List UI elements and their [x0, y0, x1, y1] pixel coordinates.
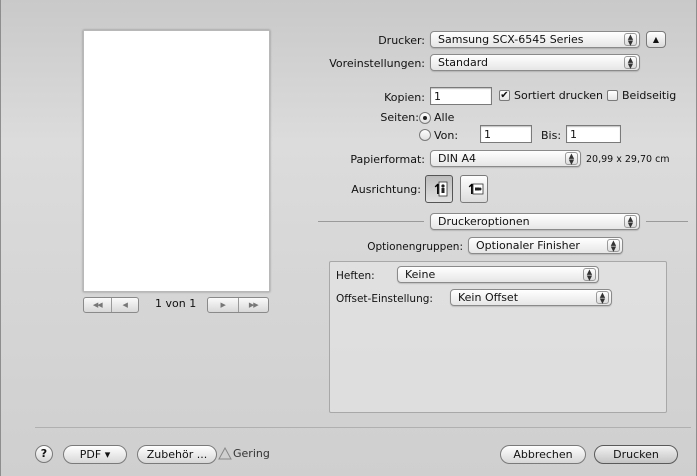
last-page-icon[interactable]: ▶▶ [239, 298, 269, 312]
updown-arrow-icon: ▲ ▼ [607, 239, 620, 253]
staple-value: Keine [405, 268, 436, 281]
pages-to-input[interactable]: 1 [566, 125, 621, 143]
paper-size-popup[interactable]: DIN A4 ▲ ▼ [430, 150, 581, 167]
updown-arrow-icon: ▲ ▼ [583, 268, 596, 282]
pages-all-radio[interactable] [419, 112, 431, 124]
next-page-icon[interactable]: ▶ [208, 298, 239, 312]
divider-right [646, 221, 688, 222]
landscape-orientation-button[interactable]: ↑ [460, 175, 488, 203]
print-button[interactable]: Drucken [594, 445, 678, 464]
presets-label: Voreinstellungen: [329, 57, 425, 70]
supply-level-label: Gering [233, 447, 270, 460]
updown-arrow-icon: ▲ ▼ [596, 291, 609, 305]
page-preview [83, 30, 270, 292]
section-popup[interactable]: Druckeroptionen ▲ ▼ [430, 213, 640, 230]
printer-label: Drucker: [378, 34, 425, 47]
option-groups-popup[interactable]: Optionaler Finisher ▲ ▼ [468, 237, 623, 254]
collate-label: Sortiert drucken [514, 89, 603, 102]
staple-label: Heften: [336, 270, 375, 282]
triangle-up-icon: ▲ [652, 35, 660, 44]
footer-divider [35, 427, 691, 428]
first-page-icon[interactable]: ◀◀ [84, 298, 112, 312]
offset-value: Kein Offset [458, 291, 519, 304]
updown-arrow-icon: ▲ ▼ [624, 215, 637, 229]
copies-label: Kopien: [384, 91, 425, 104]
printer-value: Samsung SCX-6545 Series [438, 33, 584, 46]
pages-range-radio[interactable] [419, 129, 431, 141]
option-groups-label: Optionengruppen: [367, 241, 463, 253]
page-counter: 1 von 1 [155, 297, 197, 310]
print-dialog: ◀◀ ◀ 1 von 1 ▶ ▶▶ Drucker: Samsung SCX-6… [0, 0, 697, 476]
updown-arrow-icon: ▲ ▼ [624, 33, 637, 47]
warning-triangle-icon [218, 446, 232, 460]
pages-to-value: 1 [570, 128, 577, 141]
prev-page-icon[interactable]: ◀ [112, 298, 139, 312]
copies-value: 1 [434, 90, 441, 103]
section-popup-value: Druckeroptionen [438, 215, 530, 228]
pages-from-label: Von: [434, 129, 459, 142]
printer-popup[interactable]: Samsung SCX-6545 Series ▲ ▼ [430, 31, 640, 48]
help-button[interactable]: ? [35, 445, 53, 463]
updown-arrow-icon: ▲ ▼ [565, 152, 578, 166]
checkmark-icon: ✔ [500, 90, 509, 101]
portrait-person-icon: ↑ [432, 181, 448, 198]
offset-label: Offset-Einstellung: [336, 293, 433, 305]
copies-input[interactable]: 1 [430, 87, 492, 105]
pages-from-value: 1 [484, 128, 491, 141]
presets-value: Standard [438, 56, 489, 69]
disclosure-collapse-button[interactable]: ▲ [646, 31, 666, 48]
accessories-button[interactable]: Zubehör ... [137, 445, 217, 464]
portrait-orientation-button[interactable]: ↑ [425, 175, 453, 203]
pages-label: Seiten: [380, 111, 419, 124]
cancel-button[interactable]: Abbrechen [500, 445, 586, 464]
updown-arrow-icon: ▲ ▼ [624, 56, 637, 70]
paper-size-value: DIN A4 [438, 152, 476, 165]
divider-left [318, 221, 424, 222]
option-groups-value: Optionaler Finisher [476, 239, 580, 252]
offset-popup[interactable]: Kein Offset ▲ ▼ [450, 289, 612, 306]
pager-forward-buttons[interactable]: ▶ ▶▶ [207, 297, 269, 313]
pages-from-input[interactable]: 1 [480, 125, 532, 143]
duplex-checkbox[interactable] [607, 90, 618, 101]
collate-checkbox[interactable]: ✔ [499, 90, 510, 101]
paper-size-label: Papierformat: [350, 153, 425, 166]
pager-back-buttons[interactable]: ◀◀ ◀ [83, 297, 139, 313]
staple-popup[interactable]: Keine ▲ ▼ [397, 266, 599, 283]
presets-popup[interactable]: Standard ▲ ▼ [430, 54, 640, 71]
pdf-menu-button[interactable]: PDF ▾ [63, 445, 127, 464]
landscape-person-icon: ↑ [466, 182, 484, 198]
pages-all-label: Alle [434, 111, 455, 124]
finisher-options-box [329, 261, 667, 413]
pages-to-label: Bis: [541, 129, 562, 142]
duplex-label: Beidseitig [622, 89, 677, 102]
paper-dimensions: 20,99 x 29,70 cm [586, 154, 670, 165]
orientation-label: Ausrichtung: [351, 183, 421, 196]
